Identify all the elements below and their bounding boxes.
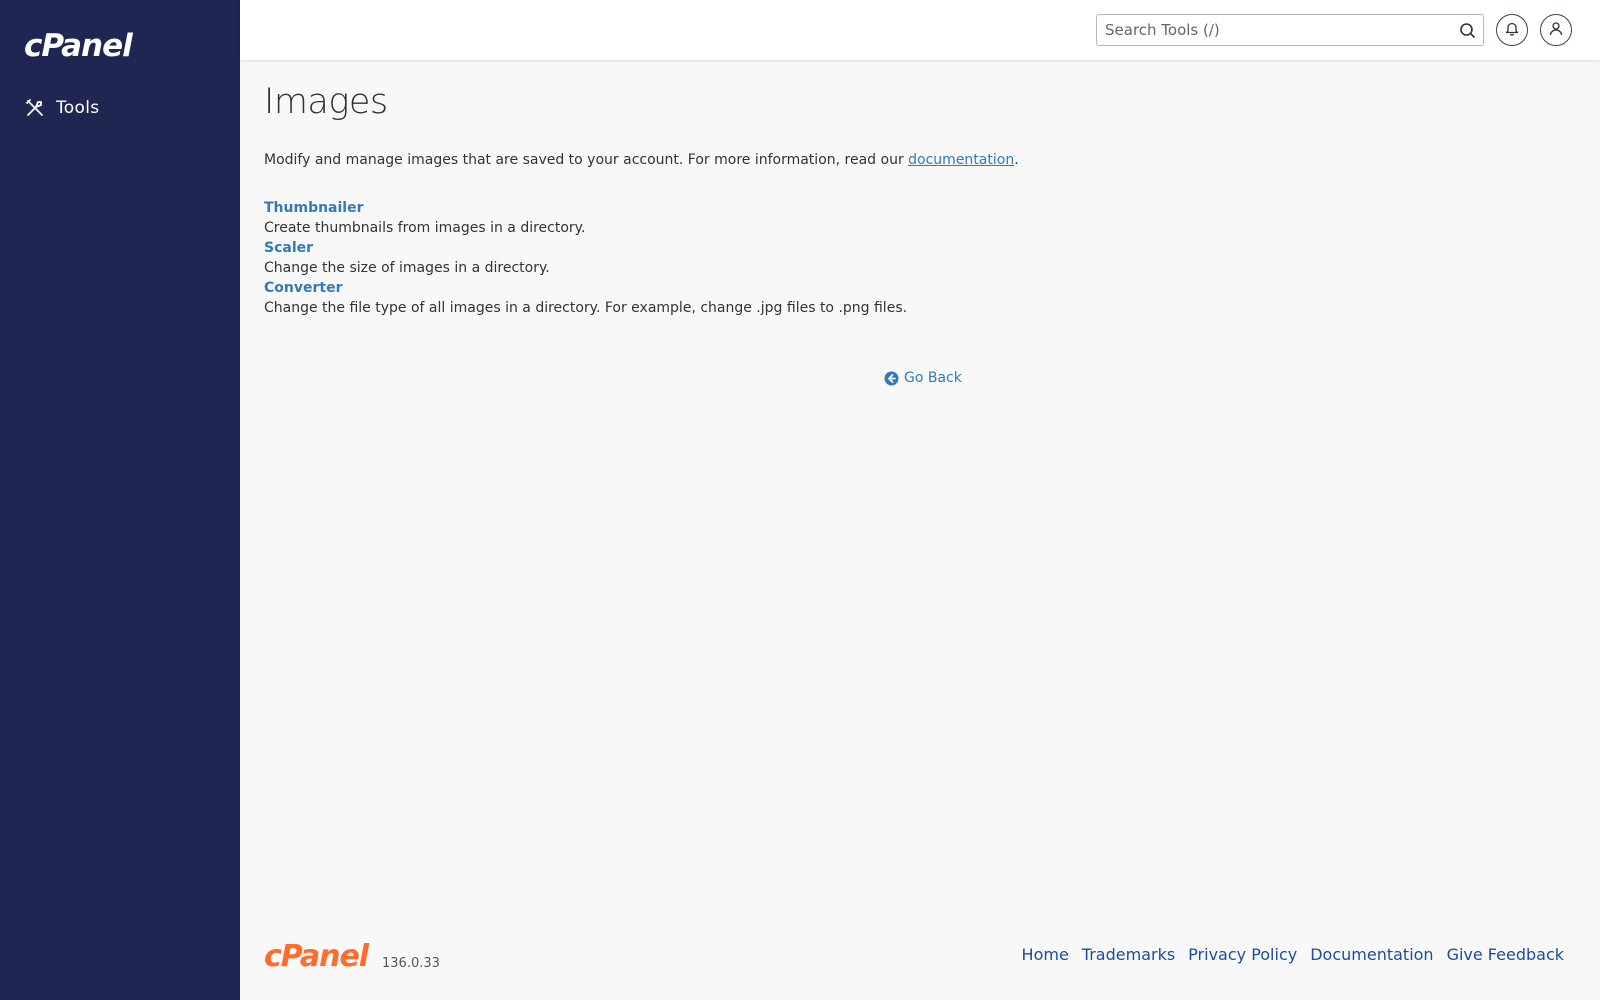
go-back-label: Go Back — [904, 370, 962, 386]
footer-cpanel-logo[interactable]: cPanel — [264, 942, 369, 972]
thumbnailer-link[interactable]: Thumbnailer — [264, 198, 1574, 218]
footer-link-privacy-policy[interactable]: Privacy Policy — [1188, 945, 1297, 964]
user-icon — [1549, 21, 1563, 40]
main-content: Images Modify and manage images that are… — [264, 60, 1574, 386]
footer-link-give-feedback[interactable]: Give Feedback — [1447, 945, 1564, 964]
tools-list: Thumbnailer Create thumbnails from image… — [264, 198, 1574, 318]
page-title: Images — [264, 82, 388, 122]
go-back-link[interactable]: Go Back — [884, 370, 962, 386]
footer-link-documentation[interactable]: Documentation — [1310, 945, 1433, 964]
sidebar-item-label: Tools — [56, 98, 100, 118]
intro-text: Modify and manage images that are saved … — [264, 152, 909, 168]
footer-links: Home Trademarks Privacy Policy Documenta… — [1022, 945, 1564, 964]
thumbnailer-description: Create thumbnails from images in a direc… — [264, 220, 586, 236]
intro-end: . — [1014, 152, 1019, 168]
footer-link-trademarks[interactable]: Trademarks — [1082, 945, 1175, 964]
arrow-circle-left-icon — [884, 371, 899, 386]
sidebar-item-tools[interactable]: Tools — [24, 94, 99, 122]
tools-icon — [24, 97, 46, 119]
page-description: Modify and manage images that are saved … — [264, 150, 1574, 170]
scaler-link[interactable]: Scaler — [264, 238, 1574, 258]
sidebar: cPanel Tools — [0, 0, 240, 1000]
notifications-button[interactable] — [1496, 14, 1528, 46]
converter-description: Change the file type of all images in a … — [264, 300, 908, 316]
footer-link-home[interactable]: Home — [1022, 945, 1069, 964]
documentation-link[interactable]: documentation — [908, 152, 1014, 168]
user-menu-button[interactable] — [1540, 14, 1572, 46]
version-number: 136.0.33 — [382, 956, 440, 971]
converter-link[interactable]: Converter — [264, 278, 1574, 298]
cpanel-logo[interactable]: cPanel — [24, 28, 133, 64]
search-box[interactable] — [1096, 14, 1484, 46]
top-bar — [240, 0, 1600, 60]
search-icon[interactable] — [1459, 22, 1476, 39]
scaler-description: Change the size of images in a directory… — [264, 260, 550, 276]
bell-icon — [1505, 21, 1519, 40]
search-input[interactable] — [1097, 15, 1437, 45]
